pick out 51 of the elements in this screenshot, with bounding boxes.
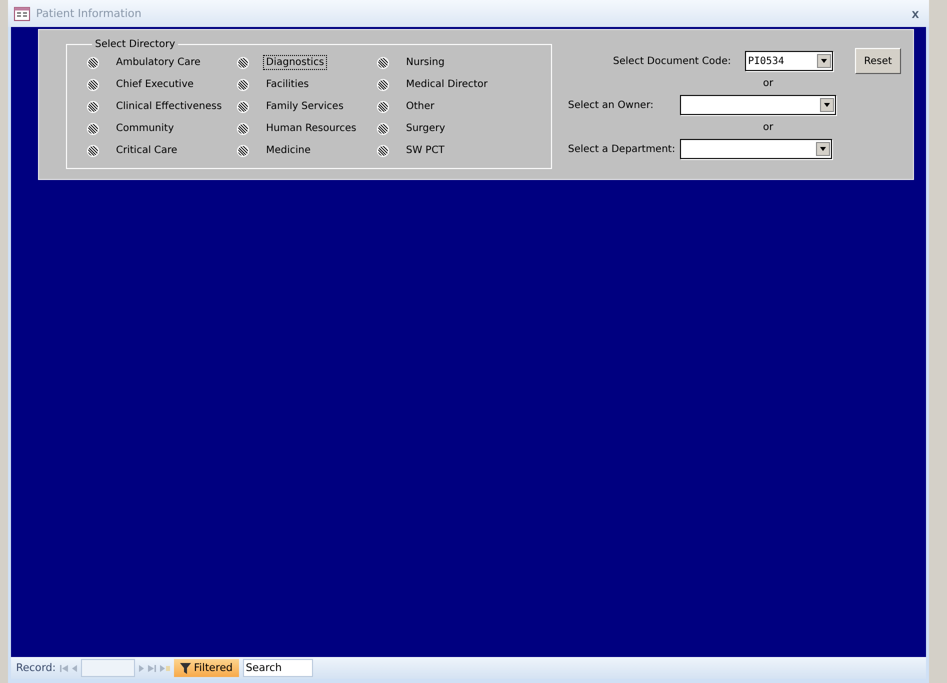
field-label: Select Document Code: [612,56,732,66]
radio-button[interactable] [377,144,389,156]
radio-label[interactable]: Ambulatory Care [114,56,203,69]
filter-toggle[interactable]: Filtered [174,659,239,677]
group-legend: Select Directory [92,39,178,50]
radio-button[interactable] [87,56,99,68]
radio-label[interactable]: Surgery [404,122,448,135]
or-label: or [763,78,774,88]
radio-button[interactable] [237,78,249,90]
radio-label[interactable]: Facilities [264,78,311,91]
radio-label[interactable]: Medicine [264,144,313,157]
radio-button[interactable] [87,100,99,112]
radio-label[interactable]: Other [404,100,436,113]
search-field[interactable]: Search [242,659,313,677]
radio-label[interactable]: Diagnostics [264,56,326,69]
department-dropdown[interactable] [680,139,832,159]
radio-button[interactable] [237,144,249,156]
caret-icon [821,59,827,63]
reset-button[interactable]: Reset [855,48,901,74]
radio-label[interactable]: SW PCT [404,144,447,157]
radio-button[interactable] [377,122,389,134]
radio-button[interactable] [87,122,99,134]
window-title: Patient Information [36,7,142,20]
record-number-field[interactable] [80,659,135,677]
radio-button[interactable] [237,100,249,112]
caret-icon [824,103,830,107]
radio-button[interactable] [377,56,389,68]
radio-label[interactable]: Critical Care [114,144,180,157]
radio-button[interactable] [377,100,389,112]
radio-label[interactable]: Medical Director [404,78,490,91]
document-code-dropdown[interactable]: PI0534 [745,51,833,71]
radio-label[interactable]: Human Resources [264,122,358,135]
radio-label[interactable]: Family Services [264,100,346,113]
radio-button[interactable] [87,78,99,90]
radio-button[interactable] [87,144,99,156]
radio-label[interactable]: Chief Executive [114,78,196,91]
field-label: Select a Department: [568,144,676,154]
funnel-icon [180,662,191,674]
record-label: Record: [16,662,56,674]
radio-label[interactable]: Nursing [404,56,447,69]
radio-label[interactable]: Community [114,122,176,135]
radio-label[interactable]: Clinical Effectiveness [114,100,224,113]
radio-button[interactable] [237,122,249,134]
owner-dropdown[interactable] [680,95,836,115]
close-button[interactable]: x [908,6,923,21]
radio-button[interactable] [237,56,249,68]
radio-button[interactable] [377,78,389,90]
caret-icon [820,147,826,151]
field-label: Select an Owner: [568,100,655,110]
or-label: or [763,122,774,132]
form-icon [14,6,30,20]
